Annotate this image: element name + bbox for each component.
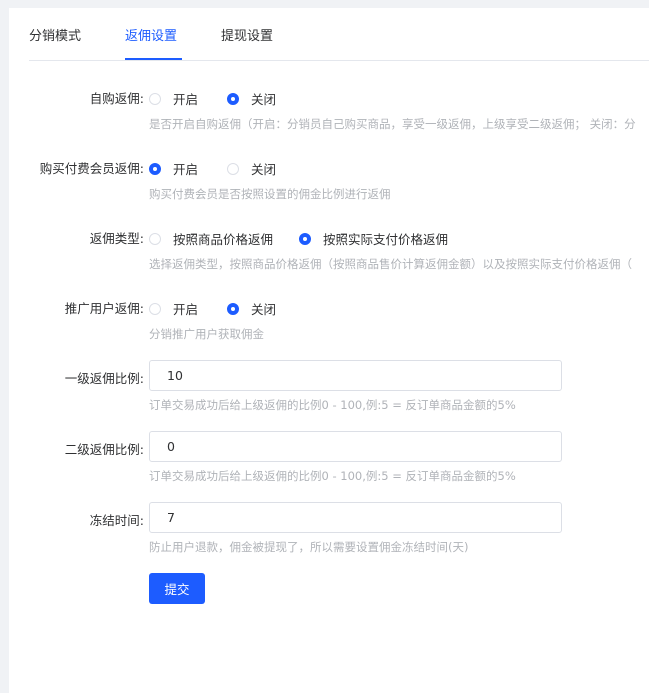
radio-label: 关闭 (251, 302, 277, 317)
radio-unchecked-icon (149, 232, 161, 245)
paid-member-radio-off[interactable]: 关闭 (227, 159, 276, 178)
promote-user-radio-off[interactable]: 关闭 (227, 299, 276, 318)
level1-ratio-label: 一级返佣比例: (64, 371, 144, 386)
rebate-type-radio-product-price[interactable]: 按照商品价格返佣 (149, 229, 273, 248)
rebate-type-label: 返佣类型: (89, 231, 144, 246)
radio-label: 按照商品价格返佣 (173, 232, 274, 247)
freeze-time-label: 冻结时间: (89, 513, 144, 528)
radio-checked-icon (227, 92, 239, 105)
radio-label: 开启 (173, 162, 199, 177)
radio-unchecked-icon (149, 92, 161, 105)
radio-label: 开启 (173, 92, 199, 107)
self-purchase-radio-off[interactable]: 关闭 (227, 89, 276, 108)
promote-user-help: 分销推广用户获取佣金 (149, 327, 264, 341)
tab-distribution-mode[interactable]: 分销模式 (29, 25, 81, 44)
radio-label: 关闭 (251, 162, 277, 177)
paid-member-label: 购买付费会员返佣: (39, 161, 144, 176)
promote-user-label: 推广用户返佣: (64, 301, 144, 316)
promote-user-radio-on[interactable]: 开启 (149, 299, 198, 318)
paid-member-radio-on[interactable]: 开启 (149, 159, 198, 178)
rebate-type-radio-actual-paid[interactable]: 按照实际支付价格返佣 (299, 229, 448, 248)
freeze-time-help: 防止用户退款，佣金被提现了，所以需要设置佣金冻结时间(天) (149, 540, 469, 554)
radio-unchecked-icon (149, 302, 161, 315)
self-purchase-label: 自购返佣: (89, 91, 144, 106)
self-purchase-radio-on[interactable]: 开启 (149, 89, 198, 108)
radio-label: 开启 (173, 302, 199, 317)
radio-label: 按照实际支付价格返佣 (323, 232, 449, 247)
freeze-time-input[interactable] (149, 502, 562, 533)
level1-ratio-input[interactable] (149, 360, 562, 391)
level2-ratio-input[interactable] (149, 431, 562, 462)
level1-ratio-help: 订单交易成功后给上级返佣的比例0 - 100,例:5 = 反订单商品金额的5% (149, 398, 516, 412)
radio-checked-icon (227, 302, 239, 315)
radio-checked-icon (299, 232, 311, 245)
tab-withdraw-settings[interactable]: 提现设置 (221, 25, 273, 44)
radio-checked-icon (149, 162, 161, 175)
level2-ratio-help: 订单交易成功后给上级返佣的比例0 - 100,例:5 = 反订单商品金额的5% (149, 469, 516, 483)
submit-button[interactable]: 提交 (149, 573, 205, 604)
level2-ratio-label: 二级返佣比例: (64, 442, 144, 457)
rebate-type-help: 选择返佣类型，按照商品价格返佣（按照商品售价计算返佣金额）以及按照实际支付价格返… (149, 257, 632, 271)
radio-unchecked-icon (227, 162, 239, 175)
paid-member-help: 购买付费会员是否按照设置的佣金比例进行返佣 (149, 187, 391, 201)
active-tab-indicator (125, 58, 182, 60)
settings-tabs: 分销模式 返佣设置 提现设置 (29, 8, 649, 61)
rebate-settings-page: 分销模式 返佣设置 提现设置 自购返佣: 开启 关闭 是否开启自购返佣（开启：分… (9, 8, 649, 693)
self-purchase-help: 是否开启自购返佣（开启：分销员自己购买商品，享受一级返佣，上级享受二级返佣； 关… (149, 117, 636, 131)
radio-label: 关闭 (251, 92, 277, 107)
tab-rebate-settings[interactable]: 返佣设置 (125, 25, 177, 44)
